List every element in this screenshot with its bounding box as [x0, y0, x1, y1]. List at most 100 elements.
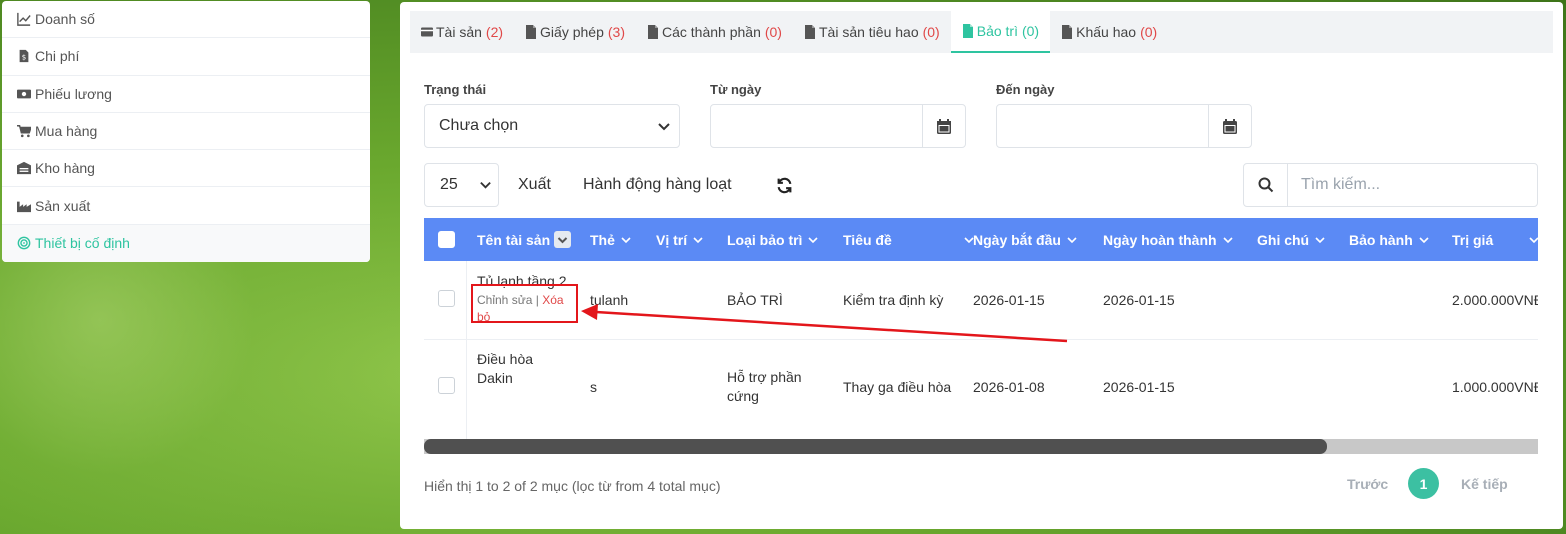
asset-value: 1.000.000VNĐ [1452, 379, 1538, 395]
from-date-field[interactable] [710, 104, 966, 148]
search-input[interactable]: Tìm kiếm... [1288, 176, 1380, 194]
select-all-checkbox[interactable] [438, 218, 455, 261]
chevron-down-icon [621, 232, 631, 248]
sidebar-item-warehouse[interactable]: Kho hàng [2, 150, 370, 188]
calendar-icon[interactable] [1208, 105, 1251, 147]
pagination-prev[interactable]: Trước [1347, 476, 1388, 492]
sidebar-item-label: Thiết bị cố định [35, 235, 130, 252]
start-date: 2026-01-08 [973, 379, 1045, 395]
file-invoice-icon: $ [16, 49, 32, 63]
sidebar-item-label: Sản xuất [35, 197, 91, 214]
sidebar-item-label: Chi phí [35, 48, 80, 65]
calendar-icon[interactable] [922, 105, 965, 147]
target-icon [16, 236, 32, 250]
column-label: Bảo hành [1349, 231, 1413, 248]
column-header-location[interactable]: Vị trí [656, 218, 703, 261]
table-header: Tên tài sản Thẻ Vị trí Loại bảo trì Tiêu… [424, 218, 1538, 261]
chevron-down-icon [808, 232, 819, 248]
search-box[interactable]: Tìm kiếm... [1243, 163, 1538, 207]
column-header-maintenance-type[interactable]: Loại bảo trì [727, 218, 819, 261]
sort-icon[interactable] [554, 231, 572, 248]
chevron-down-icon [1222, 232, 1233, 248]
sidebar-item-expenses[interactable]: $ Chi phí [2, 38, 370, 76]
column-label: Loại bảo trì [727, 231, 803, 248]
sidebar-item-payslips[interactable]: Phiếu lương [2, 76, 370, 113]
bulk-actions-button[interactable]: Hành động hàng loạt [570, 163, 745, 207]
tab-count: (0) [1140, 24, 1158, 40]
maintenance-type-line2: cứng [727, 388, 759, 404]
line-chart-icon [16, 12, 32, 26]
tab-label: Tài sản [436, 24, 482, 40]
maintenance-type-line1: Hỗ trợ phần [727, 369, 802, 385]
table-row: Điều hòa Dakin s Hỗ trợ phần cứng Thay g… [424, 340, 1538, 432]
tab-maintenance[interactable]: Bảo trì (0) [950, 11, 1051, 53]
sidebar-item-label: Mua hàng [35, 123, 98, 140]
chevron-down-icon [479, 178, 492, 196]
svg-text:$: $ [22, 54, 26, 62]
column-header-end-date[interactable]: Ngày hoàn thành [1103, 218, 1233, 261]
tab-label: Giấy phép [540, 24, 604, 40]
tab-assets[interactable]: Tài sản (2) [410, 11, 514, 53]
sidebar-item-fixed-assets[interactable]: Thiết bị cố định [2, 224, 370, 263]
to-date-input[interactable] [997, 105, 1208, 147]
tab-label: Khấu hao [1076, 24, 1137, 40]
sidebar-item-sales[interactable]: Doanh số [2, 1, 370, 39]
to-date-label: Đến ngày [996, 82, 1055, 97]
tab-count: (3) [607, 24, 625, 40]
tab-label: Tài sản tiêu hao [818, 24, 919, 40]
file-icon [1061, 25, 1073, 39]
table-row: Tủ lạnh tầng 2 Chỉnh sửa | Xóa bỏ tulanh… [424, 261, 1538, 340]
to-date-field[interactable] [996, 104, 1252, 148]
sidebar-item-purchases[interactable]: Mua hàng [2, 113, 370, 151]
scrollbar-thumb[interactable] [424, 439, 1327, 454]
pagination-next[interactable]: Kế tiếp [1461, 476, 1508, 492]
maintenance-table: Tên tài sản Thẻ Vị trí Loại bảo trì Tiêu… [424, 218, 1538, 440]
column-header-note[interactable]: Ghi chú [1257, 218, 1325, 261]
cart-icon [16, 124, 32, 138]
asset-value: 2.000.000VNĐ [1452, 292, 1538, 308]
tab-components[interactable]: Các thành phần (0) [636, 11, 793, 53]
page-size-select[interactable]: 25 [424, 163, 499, 207]
status-select[interactable]: Chưa chọn [424, 104, 680, 148]
asset-name-line2: Dakin [477, 370, 513, 386]
sidebar-menu: Doanh số $ Chi phí Phiếu lương Mua hàng … [2, 1, 370, 263]
column-label: Ghi chú [1257, 231, 1310, 248]
tab-count: (0) [922, 24, 940, 40]
tab-count: (2) [485, 24, 504, 40]
tab-depreciation[interactable]: Khấu hao (0) [1050, 11, 1168, 53]
row-checkbox[interactable] [438, 290, 455, 307]
column-header-value[interactable]: Trị giá [1452, 218, 1538, 261]
export-button[interactable]: Xuất [505, 163, 564, 207]
horizontal-scrollbar[interactable] [424, 439, 1538, 454]
from-date-input[interactable] [711, 105, 922, 147]
tab-count: (0) [764, 24, 782, 40]
column-header-warranty[interactable]: Bảo hành [1349, 218, 1429, 261]
refresh-icon[interactable] [765, 163, 803, 207]
column-header-asset-name[interactable]: Tên tài sản [477, 218, 572, 261]
start-date: 2026-01-15 [973, 292, 1045, 308]
row-checkbox[interactable] [438, 377, 455, 394]
column-label: Ngày hoàn thành [1103, 231, 1217, 248]
end-date: 2026-01-15 [1103, 292, 1175, 308]
file-icon [962, 24, 974, 38]
sidebar-item-production[interactable]: Sản xuất [2, 187, 370, 225]
tab-consumables[interactable]: Tài sản tiêu hao (0) [793, 11, 951, 53]
sidebar-item-label: Kho hàng [35, 160, 95, 177]
status-filter-label: Trạng thái [424, 82, 487, 97]
column-header-start-date[interactable]: Ngày bắt đầu [973, 218, 1077, 261]
column-header-title[interactable]: Tiêu đề [843, 218, 974, 261]
status-select-value: Chưa chọn [439, 117, 519, 134]
sidebar-item-label: Doanh số [35, 11, 95, 28]
tab-licenses[interactable]: Giấy phép (3) [514, 11, 636, 53]
tab-label: Bảo trì [976, 23, 1018, 39]
search-icon [1244, 164, 1288, 206]
chevron-down-icon [657, 119, 671, 138]
sidebar-item-label: Phiếu lương [35, 85, 112, 102]
pagination-current-page[interactable]: 1 [1408, 468, 1439, 499]
main-panel: Tài sản (2) Giấy phép (3) Các thành phần (0… [400, 2, 1563, 529]
chevron-down-icon [1419, 232, 1429, 248]
maintenance-type: BẢO TRÌ [727, 292, 783, 308]
column-header-tag[interactable]: Thẻ [590, 218, 631, 261]
column-label: Tên tài sản [477, 231, 551, 248]
asset-name-line1: Điều hòa [477, 351, 534, 367]
